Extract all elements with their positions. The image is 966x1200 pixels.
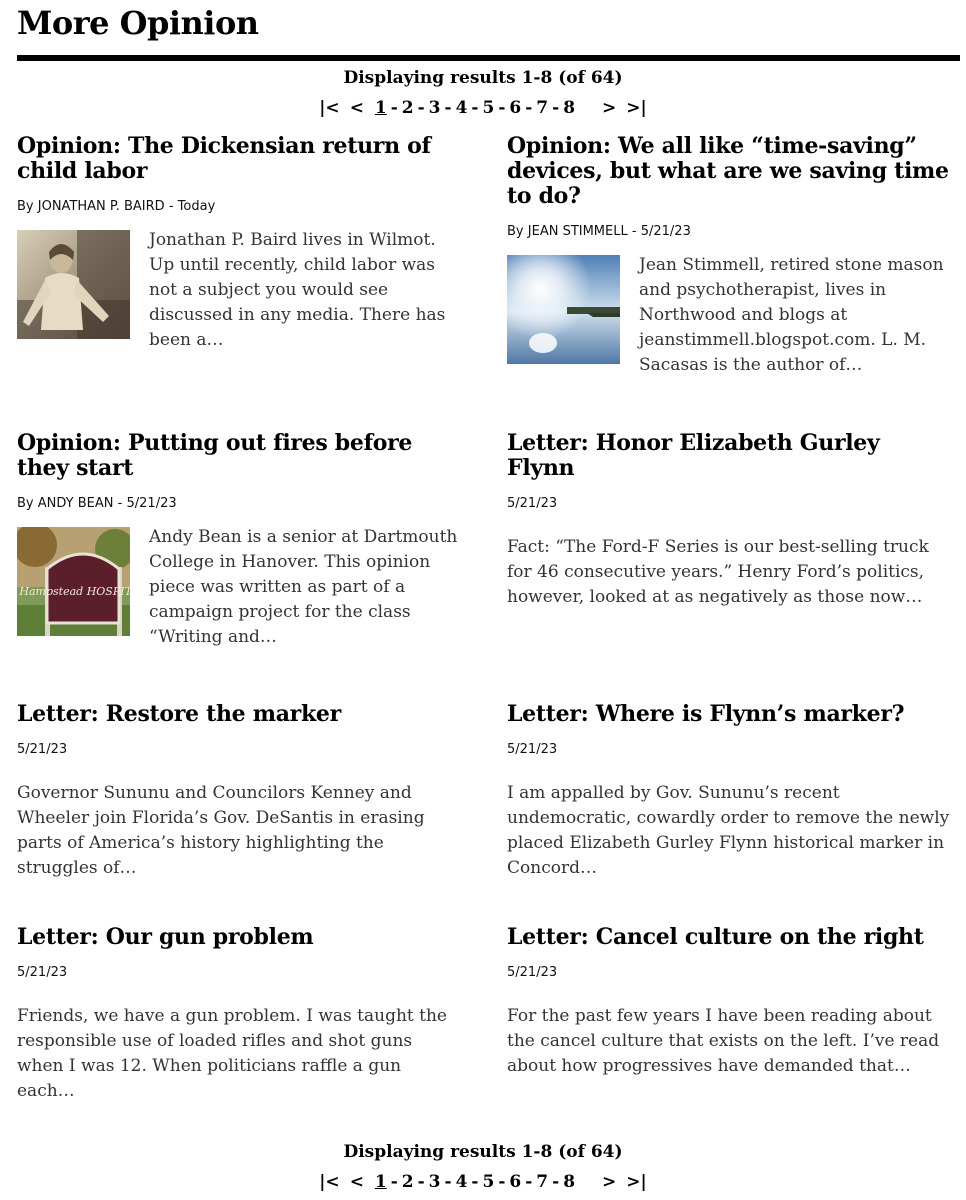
author-name[interactable]: JEAN STIMMELL <box>528 224 628 239</box>
article-headline[interactable]: Opinion: Putting out fires before they s… <box>17 431 462 481</box>
svg-text:Hampstead HOSPITAL: Hampstead HOSPITAL <box>18 585 130 598</box>
article-headline[interactable]: Letter: Where is Flynn’s marker? <box>507 702 952 727</box>
article-headline[interactable]: Letter: Honor Elizabeth Gurley Flynn <box>507 431 952 481</box>
last-page-link[interactable]: >| <box>621 1172 651 1192</box>
article-date: Today <box>177 199 216 214</box>
article-thumbnail[interactable] <box>507 255 620 364</box>
article-date: 5/21/23 <box>17 742 68 757</box>
page-link-7[interactable]: 7 <box>536 1172 548 1192</box>
article-summary: Fact: “The Ford-F Series is our best-sel… <box>507 537 929 607</box>
article-headline[interactable]: Letter: Cancel culture on the right <box>507 925 952 950</box>
page-link-2[interactable]: 2 <box>402 98 414 118</box>
article-card: Letter: Cancel culture on the right 5/21… <box>507 925 952 1079</box>
page-link-6[interactable]: 6 <box>509 1172 521 1192</box>
prev-page-link[interactable]: < <box>345 98 369 118</box>
results-count: Displaying results 1-8 (of 64) <box>343 1142 623 1162</box>
article-summary: Andy Bean is a senior at Dartmouth Colle… <box>149 527 458 647</box>
last-page-link[interactable]: >| <box>621 98 651 118</box>
article-card: Opinion: We all like “time-saving” devic… <box>507 134 952 378</box>
article-card: Letter: Our gun problem 5/21/23 Friends,… <box>17 925 462 1104</box>
author-name[interactable]: JONATHAN P. BAIRD <box>38 199 165 214</box>
article-date: 5/21/23 <box>507 496 558 511</box>
page-link-1[interactable]: 1 <box>375 1172 387 1192</box>
article-headline[interactable]: Opinion: We all like “time-saving” devic… <box>507 134 952 209</box>
article-thumbnail[interactable] <box>17 230 130 339</box>
article-summary: Friends, we have a gun problem. I was ta… <box>17 1006 447 1101</box>
article-card: Letter: Restore the marker 5/21/23 Gover… <box>17 702 462 881</box>
article-byline: By ANDY BEAN - 5/21/23 <box>17 496 177 511</box>
page-link-3[interactable]: 3 <box>429 1172 441 1192</box>
article-headline[interactable]: Opinion: The Dickensian return of child … <box>17 134 462 184</box>
article-date: 5/21/23 <box>507 742 558 757</box>
page-title: More Opinion <box>17 4 259 42</box>
article-date: 5/21/23 <box>640 224 691 239</box>
page-link-6[interactable]: 6 <box>509 98 521 118</box>
article-card: Opinion: The Dickensian return of child … <box>17 134 462 353</box>
results-header-top: Displaying results 1-8 (of 64) |< < 1-2-3… <box>0 66 966 120</box>
page-link-3[interactable]: 3 <box>429 98 441 118</box>
pagination-bottom: |< < 1-2-3-4-5-6-7-8 > >| <box>0 1170 966 1194</box>
page-link-2[interactable]: 2 <box>402 1172 414 1192</box>
page-link-8[interactable]: 8 <box>563 98 575 118</box>
page-link-7[interactable]: 7 <box>536 98 548 118</box>
article-byline: By JONATHAN P. BAIRD - Today <box>17 199 216 214</box>
page-link-5[interactable]: 5 <box>482 98 494 118</box>
article-summary: For the past few years I have been readi… <box>507 1006 940 1076</box>
article-summary: Governor Sununu and Councilors Kenney an… <box>17 783 425 878</box>
author-name[interactable]: ANDY BEAN <box>38 496 114 511</box>
results-header-bottom: Displaying results 1-8 (of 64) |< < 1-2-3… <box>0 1140 966 1194</box>
article-date: 5/21/23 <box>507 965 558 980</box>
article-summary: Jean Stimmell, retired stone mason and p… <box>639 255 944 375</box>
page-link-8[interactable]: 8 <box>563 1172 575 1192</box>
next-page-link[interactable]: > <box>597 98 621 118</box>
title-divider <box>17 55 960 61</box>
article-date: 5/21/23 <box>126 496 177 511</box>
first-page-link[interactable]: |< <box>314 98 344 118</box>
article-headline[interactable]: Letter: Our gun problem <box>17 925 462 950</box>
article-thumbnail[interactable]: Hampstead HOSPITAL <box>17 527 130 636</box>
page-link-5[interactable]: 5 <box>482 1172 494 1192</box>
results-count: Displaying results 1-8 (of 64) <box>343 68 623 88</box>
page-link-1[interactable]: 1 <box>375 98 387 118</box>
prev-page-link[interactable]: < <box>345 1172 369 1192</box>
first-page-link[interactable]: |< <box>314 1172 344 1192</box>
article-card: Opinion: Putting out fires before they s… <box>17 431 462 650</box>
pagination-top: |< < 1-2-3-4-5-6-7-8 > >| <box>0 96 966 120</box>
page-link-4[interactable]: 4 <box>456 1172 468 1192</box>
article-card: Letter: Where is Flynn’s marker? 5/21/23… <box>507 702 952 881</box>
article-summary: I am appalled by Gov. Sununu’s recent un… <box>507 783 950 878</box>
page-link-4[interactable]: 4 <box>456 98 468 118</box>
article-summary: Jonathan P. Baird lives in Wilmot. Up un… <box>149 230 446 350</box>
article-card: Letter: Honor Elizabeth Gurley Flynn 5/2… <box>507 431 952 610</box>
article-headline[interactable]: Letter: Restore the marker <box>17 702 462 727</box>
article-date: 5/21/23 <box>17 965 68 980</box>
article-byline: By JEAN STIMMELL - 5/21/23 <box>507 224 691 239</box>
next-page-link[interactable]: > <box>597 1172 621 1192</box>
